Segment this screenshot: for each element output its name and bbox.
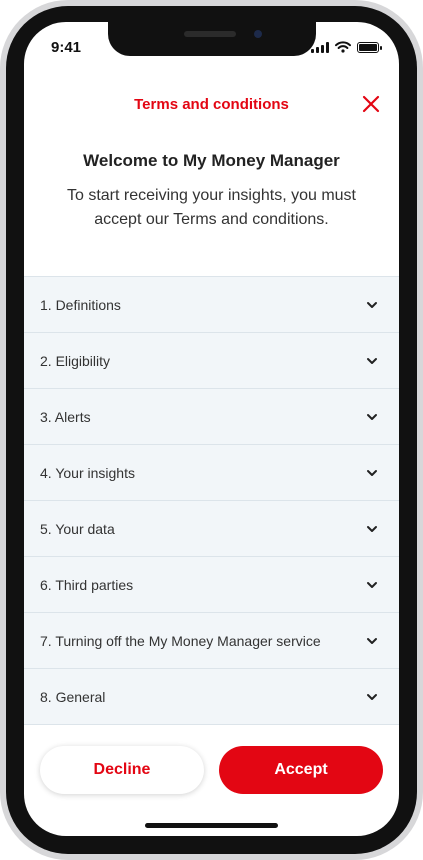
wifi-icon	[335, 41, 351, 53]
chevron-down-icon	[367, 413, 377, 420]
accordion-item-label: 6. Third parties	[40, 576, 134, 593]
home-indicator[interactable]	[145, 823, 278, 828]
status-icons	[311, 41, 382, 53]
notch	[108, 22, 316, 56]
chevron-down-icon	[367, 581, 377, 588]
accordion-item-third-parties[interactable]: 6. Third parties	[24, 557, 399, 613]
accordion-item-label: 5. Your data	[40, 520, 115, 537]
chevron-down-icon	[367, 525, 377, 532]
chevron-down-icon	[367, 637, 377, 644]
welcome-text: To start receiving your insights, you mu…	[66, 187, 356, 228]
chevron-down-icon	[367, 357, 377, 364]
accordion-item-eligibility[interactable]: 2. Eligibility	[24, 333, 399, 389]
accordion-item-label: 2. Eligibility	[40, 352, 111, 369]
accordion-item-label: 7. Turning off the My Money Manager serv…	[40, 632, 321, 649]
accordion-item-label: 1. Definitions	[40, 296, 121, 313]
chevron-down-icon	[367, 301, 377, 308]
page-title: Terms and conditions	[134, 96, 289, 113]
welcome-title: Welcome to My Money Manager	[83, 151, 340, 170]
accordion-item-alerts[interactable]: 3. Alerts	[24, 389, 399, 445]
chevron-down-icon	[367, 469, 377, 476]
decline-button[interactable]: Decline	[40, 746, 204, 794]
accordion-item-label: 4. Your insights	[40, 464, 135, 481]
close-icon	[362, 95, 380, 113]
screen: 9:41 Terms and conditions Welcome to My …	[24, 22, 399, 836]
accordion-item-label: 3. Alerts	[40, 408, 91, 425]
signal-icon	[311, 42, 329, 53]
accordion-item-definitions[interactable]: 1. Definitions	[24, 277, 399, 333]
front-camera	[254, 30, 262, 38]
accordion-item-label: 8. General	[40, 688, 106, 705]
accordion-item-turning-off-service[interactable]: 7. Turning off the My Money Manager serv…	[24, 613, 399, 669]
accordion-item-your-data[interactable]: 5. Your data	[24, 501, 399, 557]
terms-accordion: 1. Definitions 2. Eligibility 3. Alerts …	[24, 276, 399, 725]
accordion-item-general[interactable]: 8. General	[24, 669, 399, 725]
battery-icon	[357, 42, 382, 53]
chevron-down-icon	[367, 693, 377, 700]
accept-button[interactable]: Accept	[219, 746, 383, 794]
status-time: 9:41	[51, 39, 82, 56]
speaker-grille	[184, 31, 236, 37]
close-button[interactable]	[359, 92, 383, 116]
accordion-item-your-insights[interactable]: 4. Your insights	[24, 445, 399, 501]
